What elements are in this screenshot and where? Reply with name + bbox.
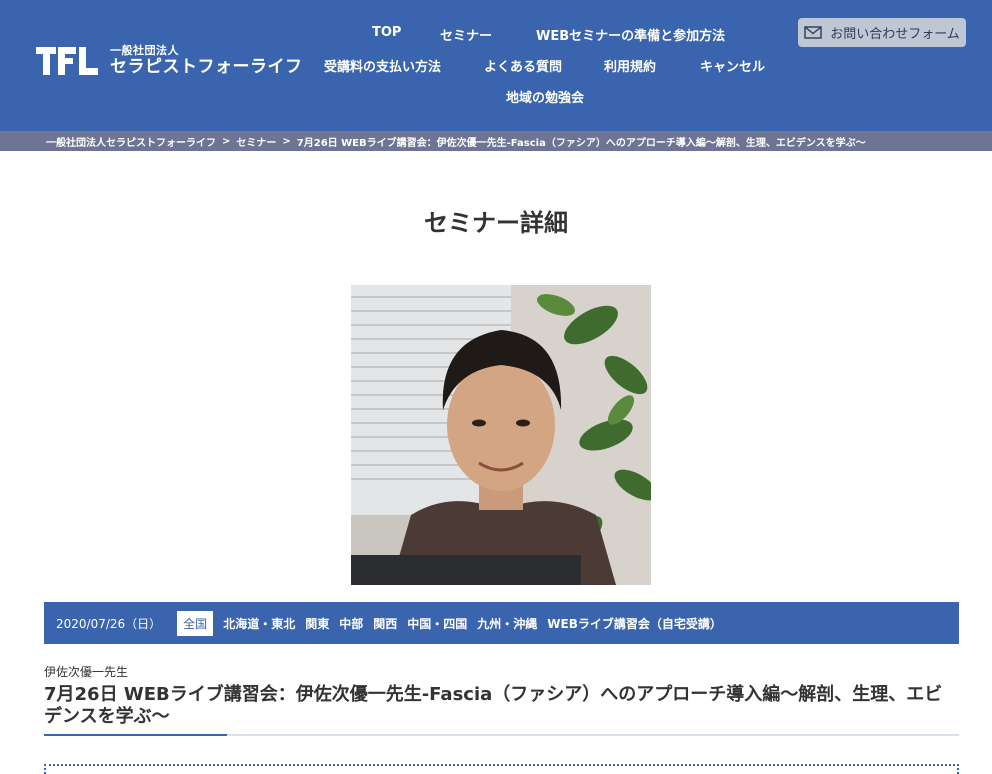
nav-local-study[interactable]: 地域の勉強会 — [506, 87, 584, 106]
nav-seminar[interactable]: セミナー — [440, 25, 492, 44]
region-tag-national[interactable]: 全国 — [177, 610, 214, 636]
logo-title: セラピストフォーライフ — [110, 57, 303, 77]
page-title: セミナー詳細 — [424, 209, 568, 237]
region-tag-kanto[interactable]: 関東 — [305, 615, 329, 632]
region-tag-kyushu-okinawa[interactable]: 九州・沖縄 — [477, 615, 537, 632]
seminar-date: 2020/07/26（日） — [56, 616, 162, 631]
nav-terms[interactable]: 利用規約 — [604, 56, 656, 75]
region-tag-web-live[interactable]: WEBライブ講習会（自宅受講） — [547, 615, 722, 632]
title-divider-accent — [44, 734, 227, 736]
site-logo[interactable]: 一般社団法人 セラピストフォーライフ — [36, 45, 303, 77]
seminar-detail-box — [44, 764, 959, 774]
breadcrumb-current: 7月26日 WEBライブ講習会：伊佐次優一先生-Fascia（ファシア）へのアプ… — [296, 137, 866, 149]
contact-form-button[interactable]: お問い合わせフォーム — [798, 18, 966, 47]
mail-icon — [804, 26, 822, 39]
region-tag-kansai[interactable]: 関西 — [373, 615, 397, 632]
region-tag-chugoku-shikoku[interactable]: 中国・四国 — [407, 615, 467, 632]
nav-top[interactable]: TOP — [372, 25, 401, 40]
breadcrumb-home[interactable]: 一般社団法人セラピストフォーライフ — [46, 134, 216, 149]
seminar-title: 7月26日 WEBライブ講習会：伊佐次優一先生-Fascia（ファシア）へのアプ… — [44, 684, 943, 727]
breadcrumb-separator: > — [222, 135, 231, 147]
breadcrumb-separator: > — [282, 135, 291, 147]
nav-web-seminar-guide[interactable]: WEBセミナーの準備と参加方法 — [536, 25, 725, 44]
region-tag-hokkaido-tohoku[interactable]: 北海道・東北 — [223, 615, 295, 632]
contact-form-label: お問い合わせフォーム — [830, 27, 960, 42]
teacher-name: 伊佐次優一先生 — [44, 665, 129, 679]
seminar-info-bar: 2020/07/26（日） 全国 北海道・東北 関東 中部 関西 中国・四国 九… — [44, 602, 959, 644]
nav-payment[interactable]: 受講料の支払い方法 — [324, 56, 441, 75]
site-header: 一般社団法人 セラピストフォーライフ TOP セミナー WEBセミナーの準備と参… — [0, 0, 992, 131]
breadcrumb: 一般社団法人セラピストフォーライフ > セミナー > 7月26日 WEBライブ講… — [0, 131, 992, 151]
region-tag-chubu[interactable]: 中部 — [339, 615, 363, 632]
nav-cancel[interactable]: キャンセル — [700, 56, 765, 75]
logo-subtitle: 一般社団法人 — [110, 44, 179, 57]
instructor-photo — [351, 285, 651, 585]
nav-faq[interactable]: よくある質問 — [484, 56, 562, 75]
breadcrumb-seminar[interactable]: セミナー — [236, 134, 276, 149]
tfl-logo-mark — [36, 47, 98, 75]
